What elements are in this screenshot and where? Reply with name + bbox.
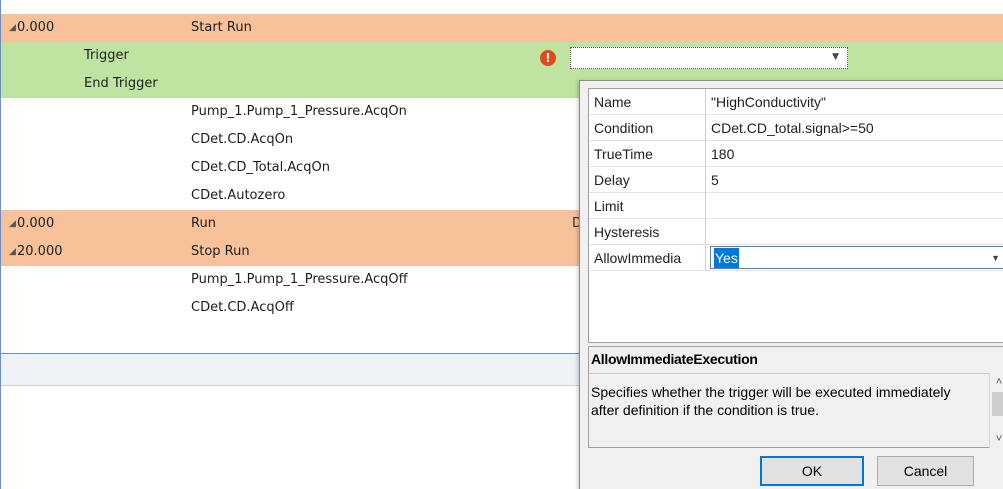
command-label: Trigger <box>84 48 129 63</box>
scroll-up-icon[interactable]: ˄ <box>990 373 1003 391</box>
scroll-thumb[interactable] <box>992 392 1003 416</box>
trigger-properties-popup: Name "HighConductivity" Condition CDet.C… <box>579 80 1003 489</box>
expand-collapse-icon[interactable]: ◢ <box>9 238 16 266</box>
description-text: Specifies whether the trigger will be ex… <box>591 384 951 418</box>
property-value[interactable]: CDet.CD_total.signal>=50 <box>711 115 874 141</box>
cancel-button[interactable]: Cancel <box>877 456 974 486</box>
command-label: Stop Run <box>191 244 250 259</box>
property-value[interactable]: 5 <box>711 167 719 193</box>
property-name: Delay <box>594 167 706 193</box>
command-label: CDet.CD.AcqOn <box>191 132 294 147</box>
chevron-down-icon[interactable]: ▼ <box>991 247 1000 269</box>
property-value[interactable]: "HighConductivity" <box>711 89 826 115</box>
property-row[interactable]: Condition CDet.CD_total.signal>=50 <box>589 115 1003 141</box>
property-row[interactable]: Limit <box>589 193 1003 219</box>
property-name: TrueTime <box>594 141 706 167</box>
property-name: Hysteresis <box>594 219 706 245</box>
vertical-scrollbar[interactable]: ˄ ˅ <box>989 373 1003 448</box>
property-row[interactable]: TrueTime 180 <box>589 141 1003 167</box>
ok-button[interactable]: OK <box>760 456 864 486</box>
table-row[interactable]: ◢ 0.000 Start Run <box>1 14 1003 42</box>
command-label: CDet.CD_Total.AcqOn <box>191 160 330 175</box>
table-row[interactable]: Trigger <box>1 42 1003 70</box>
chevron-down-icon[interactable]: ▼ <box>832 52 839 62</box>
property-row-selected[interactable]: AllowImmedia Yes ▼ <box>589 245 1003 271</box>
command-label: CDet.Autozero <box>191 188 286 203</box>
command-label: Pump_1.Pump_1_Pressure.AcqOff <box>191 272 408 287</box>
retention-time: 0.000 <box>17 20 55 35</box>
expand-collapse-icon[interactable]: ◢ <box>9 210 16 238</box>
command-label: End Trigger <box>84 76 158 91</box>
property-name: AllowImmedia <box>594 245 706 271</box>
retention-time: 20.000 <box>17 244 63 259</box>
property-value-dropdown[interactable]: Yes ▼ <box>710 246 1003 269</box>
property-description-panel: AllowImmediateExecution Specifies whethe… <box>588 346 1003 448</box>
property-name: Condition <box>594 115 706 141</box>
divider <box>589 373 1003 374</box>
scroll-down-icon[interactable]: ˅ <box>990 430 1003 448</box>
retention-time: 0.000 <box>17 216 55 231</box>
property-row[interactable]: Delay 5 <box>589 167 1003 193</box>
expand-collapse-icon[interactable]: ◢ <box>9 14 16 42</box>
property-name: Limit <box>594 193 706 219</box>
command-label: Run <box>191 216 216 231</box>
property-row[interactable]: Hysteresis <box>589 219 1003 245</box>
command-label: Start Run <box>191 20 252 35</box>
property-name: Name <box>594 89 706 115</box>
command-label: CDet.CD.AcqOff <box>191 300 294 315</box>
description-title: AllowImmediateExecution <box>591 351 758 367</box>
property-value[interactable]: 180 <box>711 141 734 167</box>
trigger-dropdown[interactable]: ▼ <box>570 47 848 69</box>
property-row[interactable]: Name "HighConductivity" <box>589 89 1003 115</box>
command-label: Pump_1.Pump_1_Pressure.AcqOn <box>191 104 407 119</box>
selected-value[interactable]: Yes <box>714 248 739 268</box>
grid-footer-bar <box>1 354 581 386</box>
error-icon[interactable]: ! <box>540 50 556 66</box>
property-grid: Name "HighConductivity" Condition CDet.C… <box>588 88 1003 343</box>
